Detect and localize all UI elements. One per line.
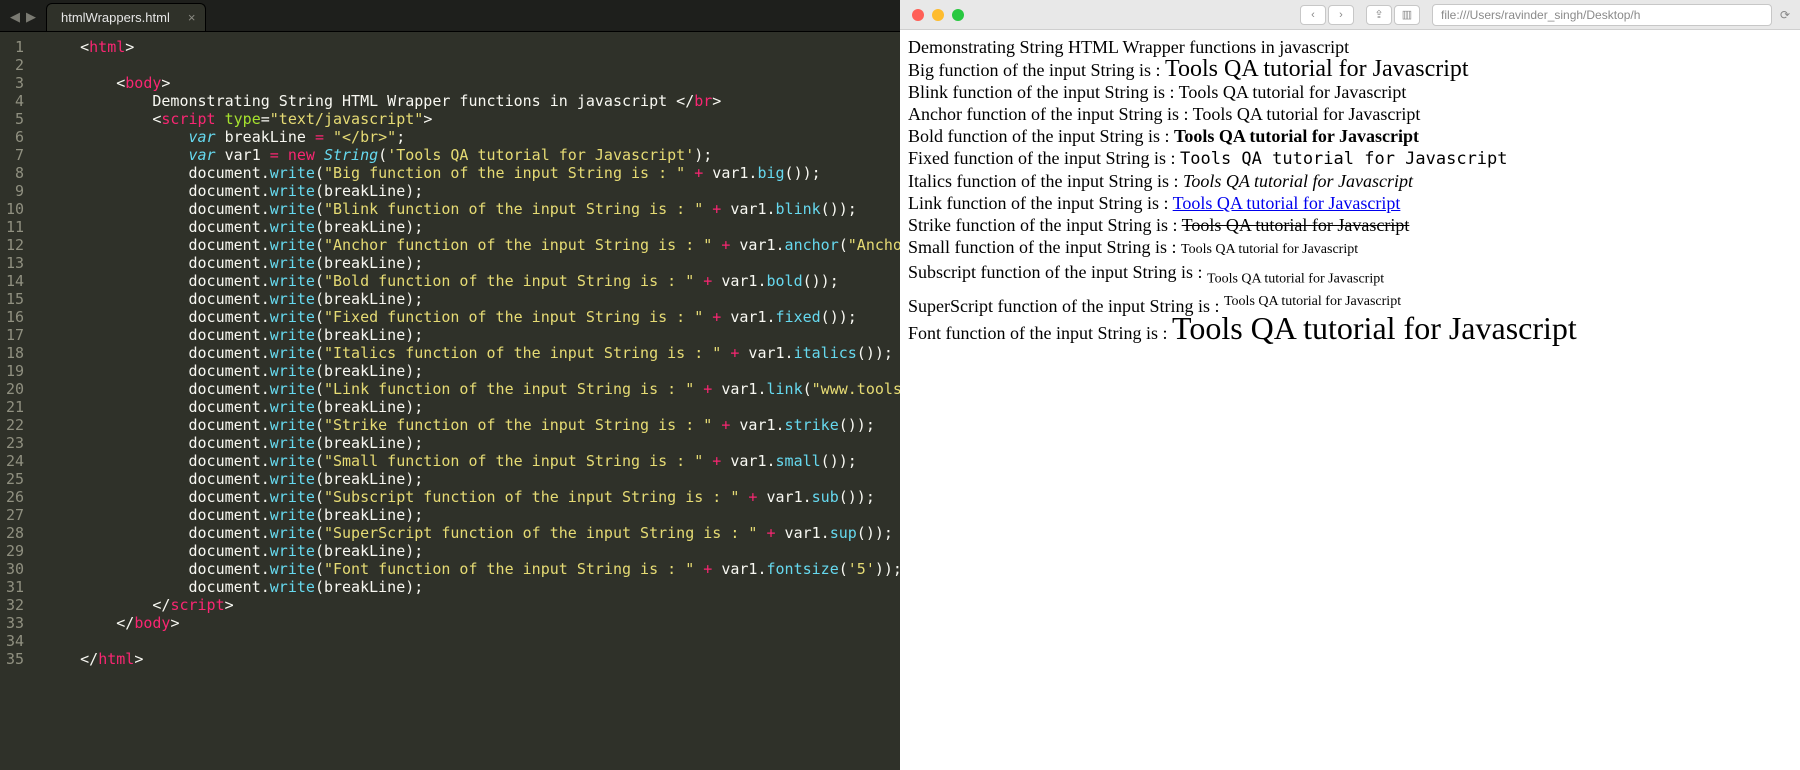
- output-value: Tools QA tutorial for Javascript: [1224, 294, 1401, 309]
- window-controls: [900, 9, 976, 21]
- share-button[interactable]: ⇪: [1366, 5, 1392, 25]
- output-line: Italics function of the input String is …: [908, 170, 1792, 192]
- output-value: Tools QA tutorial for Javascript: [1193, 104, 1421, 124]
- share-tabs-buttons: ⇪ ▥: [1360, 5, 1426, 25]
- output-label: Small function of the input String is :: [908, 237, 1181, 257]
- back-button[interactable]: ‹: [1300, 5, 1326, 25]
- output-line: Link function of the input String is : T…: [908, 192, 1792, 214]
- forward-button[interactable]: ›: [1328, 5, 1354, 25]
- output-value: Tools QA tutorial for Javascript: [1207, 272, 1384, 287]
- url-bar[interactable]: file:///Users/ravinder_singh/Desktop/h: [1432, 4, 1772, 26]
- output-label: Subscript function of the input String i…: [908, 262, 1207, 282]
- code-content[interactable]: <html> <body> Demonstrating String HTML …: [34, 32, 900, 770]
- output-line: Strike function of the input String is :…: [908, 214, 1792, 236]
- nav-buttons: ‹ ›: [1294, 5, 1360, 25]
- output-label: Bold function of the input String is :: [908, 126, 1174, 146]
- editor-tab[interactable]: htmlWrappers.html ×: [46, 3, 206, 31]
- editor-tabbar: ◀ ▶ htmlWrappers.html ×: [0, 0, 900, 32]
- line-number-gutter: 1234567891011121314151617181920212223242…: [0, 32, 34, 770]
- output-label: Italics function of the input String is …: [908, 171, 1183, 191]
- output-line: Small function of the input String is : …: [908, 236, 1792, 261]
- code-area[interactable]: 1234567891011121314151617181920212223242…: [0, 32, 900, 770]
- close-tab-icon[interactable]: ×: [188, 10, 196, 25]
- output-line: Big function of the input String is : To…: [908, 58, 1792, 81]
- output-line: Subscript function of the input String i…: [908, 261, 1792, 291]
- output-label: Strike function of the input String is :: [908, 215, 1182, 235]
- output-value[interactable]: Tools QA tutorial for Javascript: [1173, 193, 1401, 213]
- output-line: Fixed function of the input String is : …: [908, 147, 1792, 170]
- output-value: Tools QA tutorial for Javascript: [1165, 56, 1469, 82]
- output-line: Anchor function of the input String is :…: [908, 103, 1792, 125]
- output-label: Anchor function of the input String is :: [908, 104, 1193, 124]
- output-label: Big function of the input String is :: [908, 60, 1165, 80]
- output-value: Tools QA tutorial for Javascript: [1182, 215, 1410, 235]
- tabs-button[interactable]: ▥: [1394, 5, 1420, 25]
- code-editor: ◀ ▶ htmlWrappers.html × 1234567891011121…: [0, 0, 900, 770]
- output-value: Tools QA tutorial for Javascript: [1180, 149, 1508, 169]
- browser-window: ‹ › ⇪ ▥ file:///Users/ravinder_singh/Des…: [900, 0, 1800, 770]
- reload-icon[interactable]: ⟳: [1778, 8, 1800, 22]
- output-label: Fixed function of the input String is :: [908, 148, 1180, 168]
- output-label: Link function of the input String is :: [908, 193, 1173, 213]
- output-line: Font function of the input String is : T…: [908, 317, 1792, 344]
- rendered-page: Demonstrating String HTML Wrapper functi…: [900, 30, 1800, 350]
- output-value: Tools QA tutorial for Javascript: [1179, 82, 1407, 102]
- zoom-window-icon[interactable]: [952, 9, 964, 21]
- output-value: Tools QA tutorial for Javascript: [1183, 171, 1413, 191]
- output-value: Tools QA tutorial for Javascript: [1181, 242, 1358, 257]
- output-line: Bold function of the input String is : T…: [908, 125, 1792, 147]
- nav-next-icon[interactable]: ▶: [26, 9, 36, 25]
- minimize-window-icon[interactable]: [932, 9, 944, 21]
- nav-prev-icon[interactable]: ◀: [10, 9, 20, 25]
- output-value: Tools QA tutorial for Javascript: [1174, 126, 1419, 146]
- close-window-icon[interactable]: [912, 9, 924, 21]
- output-value: Tools QA tutorial for Javascript: [1172, 310, 1577, 346]
- editor-tab-title: htmlWrappers.html: [61, 10, 170, 25]
- browser-toolbar: ‹ › ⇪ ▥ file:///Users/ravinder_singh/Des…: [900, 0, 1800, 30]
- output-line: Blink function of the input String is : …: [908, 81, 1792, 103]
- page-heading: Demonstrating String HTML Wrapper functi…: [908, 36, 1792, 58]
- output-label: Blink function of the input String is :: [908, 82, 1179, 102]
- editor-nav-arrows: ◀ ▶: [4, 9, 46, 31]
- output-label: Font function of the input String is :: [908, 323, 1172, 343]
